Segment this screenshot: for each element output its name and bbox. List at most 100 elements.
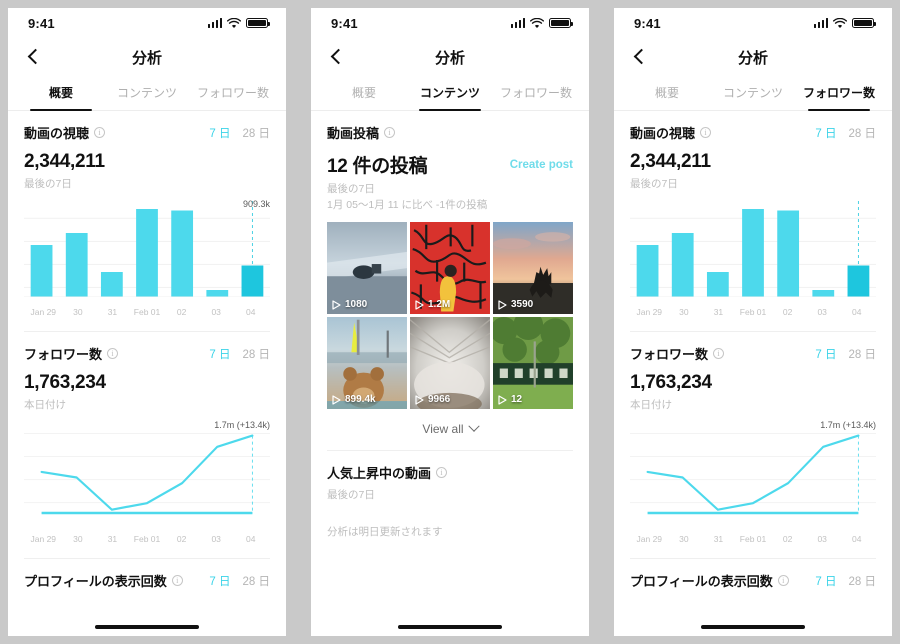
video-views-bar-chart: 909.3k	[24, 199, 270, 305]
bar-chart-x-axis: Jan 29 30 31 Feb 01 02 03 04	[30, 307, 256, 317]
status-bar: 9:41	[614, 8, 892, 38]
battery-full-icon	[852, 17, 876, 29]
nav-bar: 分析	[311, 38, 589, 76]
video-views-overlay: 1080	[332, 299, 367, 310]
info-icon[interactable]: i	[384, 127, 396, 138]
chevron-left-icon[interactable]	[24, 47, 44, 67]
range-toggle: 7 日 28 日	[209, 125, 270, 141]
video-views-title: 動画の視聴	[24, 126, 90, 141]
play-icon	[332, 300, 341, 310]
video-thumbnail-5[interactable]: 9966	[410, 317, 490, 410]
range-28days[interactable]: 28 日	[849, 125, 877, 141]
range-28days[interactable]: 28 日	[243, 125, 271, 141]
video-thumbnail-1[interactable]: 1080	[327, 222, 407, 315]
tab-content[interactable]: コンテンツ	[104, 76, 190, 110]
line-chart-svg	[24, 433, 270, 515]
profile-views-section: プロフィールの表示回数 i 7 日 28 日	[614, 559, 892, 590]
range-toggle: 7 日 28 日	[815, 346, 876, 362]
range-28days[interactable]: 28 日	[243, 573, 271, 589]
followers-line-chart: 1.7m (+13.4k)	[24, 420, 270, 532]
video-views-overlay: 899.4k	[332, 394, 376, 405]
followers-value: 1,763,234	[24, 372, 106, 393]
view-all-button[interactable]: View all	[327, 420, 573, 436]
play-icon	[498, 395, 507, 405]
video-thumbnail-4[interactable]: 899.4k	[327, 317, 407, 410]
info-icon[interactable]: i	[436, 467, 448, 479]
range-7days[interactable]: 7 日	[209, 573, 230, 589]
video-views-overlay: 3590	[498, 299, 533, 310]
range-7days[interactable]: 7 日	[209, 346, 230, 362]
chevron-left-icon[interactable]	[327, 47, 347, 67]
video-posts-section: 動画投稿 i 12 件の投稿 Create post 最後の7日 1月 05〜1…	[311, 111, 589, 436]
video-views-bar-chart	[630, 201, 876, 305]
phone-panel-followers: 9:41 分析 概要 コンテンツ フォロワー数 動画の視聴 i 7 日 28 日…	[614, 8, 892, 636]
tab-overview[interactable]: 概要	[18, 76, 104, 111]
followers-title: フォロワー数	[630, 347, 709, 362]
tab-followers[interactable]: フォロワー数	[796, 76, 882, 111]
range-28days[interactable]: 28 日	[243, 346, 271, 362]
posts-subtext-compare: 1月 05〜1月 11 に比べ -1件の投稿	[327, 199, 488, 211]
status-icons	[813, 17, 876, 29]
video-views-value: 2,344,211	[630, 151, 711, 172]
wifi-icon	[227, 17, 241, 28]
info-icon[interactable]: i	[700, 127, 712, 138]
content-scroll-body[interactable]: 動画投稿 i 12 件の投稿 Create post 最後の7日 1月 05〜1…	[311, 111, 589, 636]
posts-count-row: 12 件の投稿 Create post	[327, 151, 573, 178]
signal-bars-icon	[207, 18, 222, 28]
chevron-left-icon[interactable]	[630, 47, 650, 67]
tab-followers[interactable]: フォロワー数	[190, 76, 276, 110]
create-post-button[interactable]: Create post	[510, 159, 573, 171]
video-views-section: 動画の視聴 i 7 日 28 日 2,344,211 最後の7日 Jan 29 3…	[614, 111, 892, 317]
tab-overview[interactable]: 概要	[321, 76, 407, 110]
video-thumbnail-2[interactable]: 1.2M	[410, 222, 490, 315]
range-toggle: 7 日 28 日	[209, 346, 270, 362]
video-views-overlay: 9966	[415, 394, 450, 405]
posts-subtext-range: 最後の7日	[327, 183, 375, 195]
profile-views-title: プロフィールの表示回数	[24, 574, 167, 589]
signal-bars-icon	[813, 18, 828, 28]
info-icon[interactable]: i	[777, 575, 789, 586]
home-indicator	[701, 625, 805, 629]
line-chart-x-axis: Jan 29 30 31 Feb 01 02 03 04	[30, 534, 256, 544]
video-views-overlay: 12	[498, 394, 522, 405]
status-icons	[510, 17, 573, 29]
video-posts-title: 動画投稿	[327, 126, 380, 141]
video-views-title: 動画の視聴	[630, 126, 696, 141]
followers-scroll-body[interactable]: 動画の視聴 i 7 日 28 日 2,344,211 最後の7日 Jan 29 3…	[614, 111, 892, 636]
bar-chart-peak-label: 909.3k	[242, 199, 270, 209]
video-grid: 1080 1.2M 3590 899.4k 9966 12	[327, 222, 573, 410]
range-28days[interactable]: 28 日	[849, 346, 877, 362]
status-time: 9:41	[634, 15, 661, 31]
tab-followers[interactable]: フォロワー数	[493, 76, 579, 110]
status-icons	[207, 17, 270, 29]
tab-overview[interactable]: 概要	[624, 76, 710, 110]
wifi-icon	[530, 17, 544, 28]
profile-views-title: プロフィールの表示回数	[630, 574, 773, 589]
bar-chart-svg	[24, 201, 270, 297]
info-icon[interactable]: i	[107, 348, 119, 359]
info-icon[interactable]: i	[713, 348, 725, 359]
range-7days[interactable]: 7 日	[209, 125, 230, 141]
bar-chart-x-axis: Jan 29 30 31 Feb 01 02 03 04	[636, 307, 862, 317]
range-7days[interactable]: 7 日	[815, 573, 836, 589]
trending-videos-section: 人気上昇中の動画 i 最後の7日 分析は明日更新されます	[311, 451, 589, 539]
video-thumbnail-6[interactable]: 12	[493, 317, 573, 410]
trending-empty-message: 分析は明日更新されます	[327, 526, 443, 539]
phone-panel-overview: 9:41 分析 概要 コンテンツ フォロワー数 動画の視聴 i 7 日 28 日…	[8, 8, 286, 636]
video-thumbnail-3[interactable]: 3590	[493, 222, 573, 315]
overview-scroll-body[interactable]: 動画の視聴 i 7 日 28 日 2,344,211 最後の7日 909.3k …	[8, 111, 286, 636]
range-7days[interactable]: 7 日	[815, 125, 836, 141]
profile-views-section: プロフィールの表示回数 i 7 日 28 日	[8, 559, 286, 590]
range-7days[interactable]: 7 日	[815, 346, 836, 362]
range-28days[interactable]: 28 日	[849, 573, 877, 589]
video-views-subtext: 最後の7日	[24, 178, 72, 190]
tab-content[interactable]: コンテンツ	[407, 76, 493, 111]
play-icon	[415, 300, 424, 310]
status-time: 9:41	[331, 15, 358, 31]
play-icon	[415, 395, 424, 405]
info-icon[interactable]: i	[171, 575, 183, 586]
info-icon[interactable]: i	[94, 127, 106, 138]
tab-content[interactable]: コンテンツ	[710, 76, 796, 110]
phone-panel-content: 9:41 分析 概要 コンテンツ フォロワー数 動画投稿 i 12 件の投稿 C…	[311, 8, 589, 636]
followers-line-chart: 1.7m (+13.4k)	[630, 420, 876, 532]
